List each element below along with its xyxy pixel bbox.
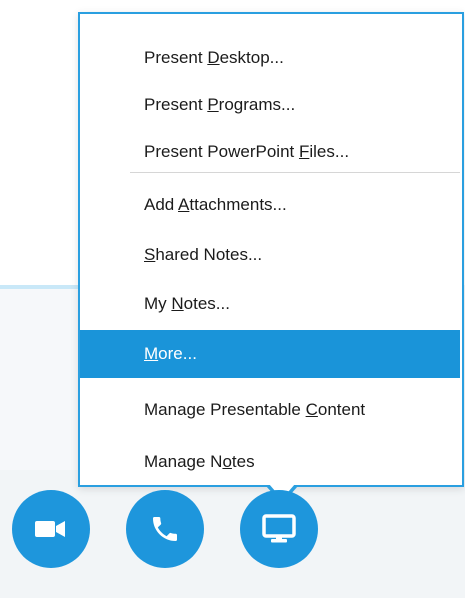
video-camera-icon xyxy=(34,518,68,540)
present-menu: Present Desktop... Present Programs... P… xyxy=(78,12,464,487)
menu-item-present-programs[interactable]: Present Programs... xyxy=(80,81,462,129)
phone-icon xyxy=(149,513,181,545)
menu-item-my-notes[interactable]: My Notes... xyxy=(80,280,462,328)
menu-separator xyxy=(130,172,460,173)
monitor-icon xyxy=(262,513,296,545)
menu-item-present-desktop[interactable]: Present Desktop... xyxy=(80,34,462,82)
menu-item-manage-presentable-content[interactable]: Manage Presentable Content xyxy=(80,386,462,434)
menu-item-present-powerpoint-files[interactable]: Present PowerPoint Files... xyxy=(80,128,462,176)
call-button[interactable] xyxy=(126,490,204,568)
menu-item-add-attachments[interactable]: Add Attachments... xyxy=(80,181,462,229)
menu-item-manage-notes[interactable]: Manage Notes xyxy=(80,438,462,486)
menu-item-more[interactable]: More... xyxy=(80,330,460,378)
video-button[interactable] xyxy=(12,490,90,568)
present-button[interactable] xyxy=(240,490,318,568)
menu-item-shared-notes[interactable]: Shared Notes... xyxy=(80,231,462,279)
